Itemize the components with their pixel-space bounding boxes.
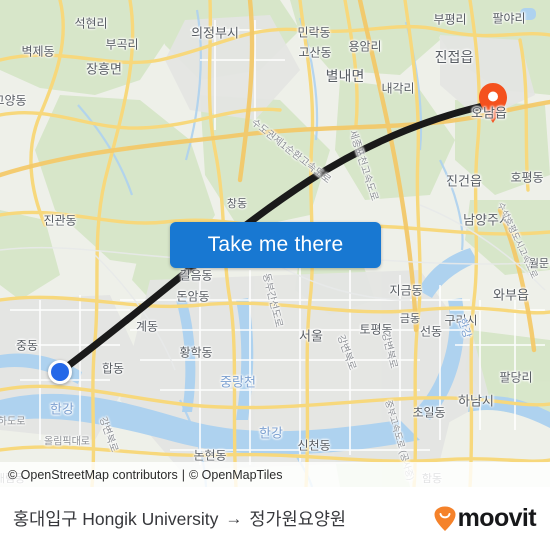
attribution-separator: | [181, 467, 185, 482]
destination-pin[interactable] [478, 82, 508, 124]
moovit-route-screenshot: 석현리 의정부시 민락동 부평리 팔야리 부곡리 벽제동 고산동 용암리 진접읍 장흥면 별내면 내각리… [0, 0, 550, 550]
attribution-openmaptiles[interactable]: © OpenMapTiles [189, 468, 283, 482]
map-view[interactable]: 석현리 의정부시 민락동 부평리 팔야리 부곡리 벽제동 고산동 용암리 진접읍 장흥면 별내면 내각리… [0, 0, 550, 487]
footer-bar: 홍대입구 Hongik University → 정가원요양원 moovit [0, 487, 550, 550]
moovit-logo[interactable]: moovit [434, 504, 550, 533]
moovit-wordmark: moovit [457, 504, 537, 532]
route-origin-label: 홍대입구 Hongik University [13, 509, 219, 529]
attribution-osm[interactable]: © OpenStreetMap contributors [8, 468, 178, 482]
origin-dot[interactable] [48, 360, 72, 384]
arrow-right-icon: → [225, 508, 243, 528]
map-attribution: © OpenStreetMap contributors | © OpenMap… [0, 462, 550, 487]
route-destination-label: 정가원요양원 [249, 509, 347, 529]
route-summary: 홍대입구 Hongik University → 정가원요양원 [0, 506, 434, 531]
take-me-there-button[interactable]: Take me there [170, 222, 381, 268]
moovit-pin-icon [434, 506, 456, 531]
